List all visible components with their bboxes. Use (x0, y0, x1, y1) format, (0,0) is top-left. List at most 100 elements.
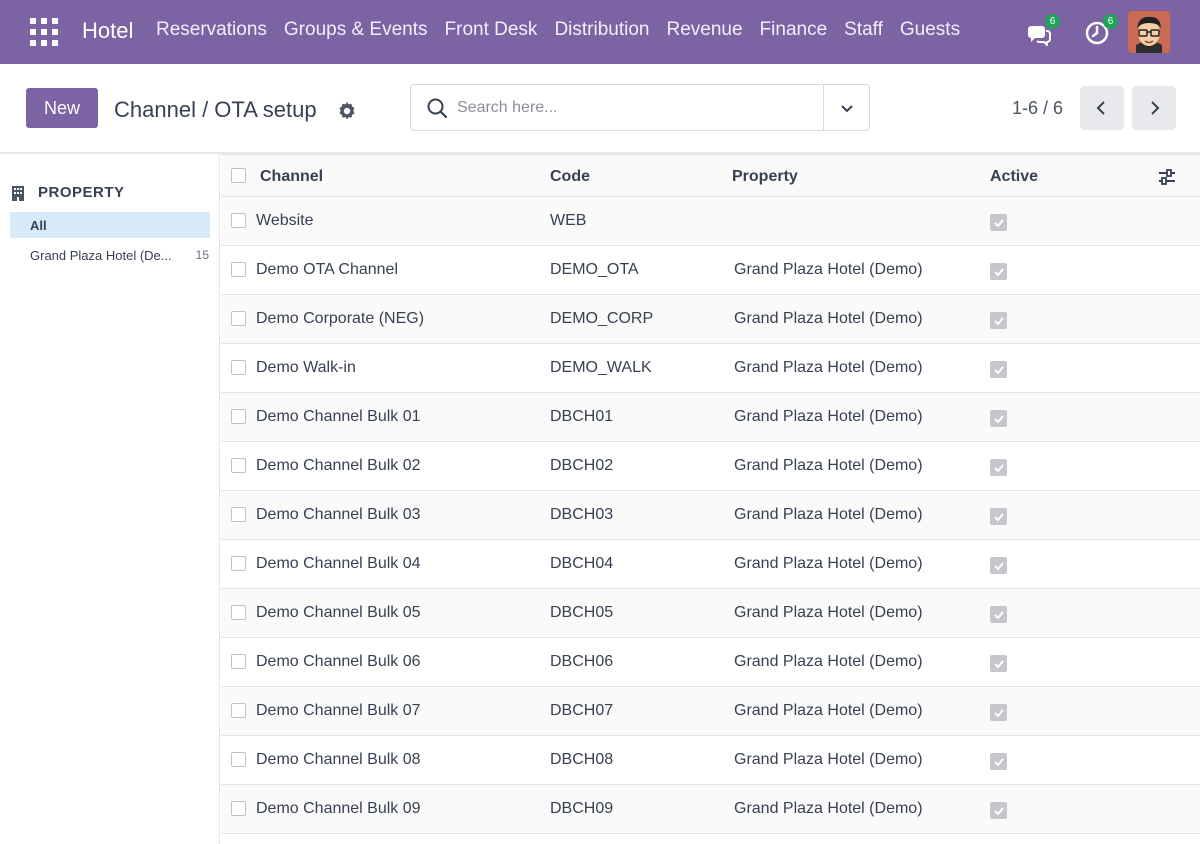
chat-icon[interactable]: 6 (1026, 14, 1060, 48)
row-checkbox[interactable] (231, 213, 246, 228)
row-checkbox[interactable] (231, 262, 246, 277)
menu-item-revenue[interactable]: Revenue (666, 19, 742, 41)
cell-code[interactable]: DBCH09 (550, 800, 613, 818)
cell-property[interactable]: Grand Plaza Hotel (Demo) (734, 506, 923, 524)
row-checkbox[interactable] (231, 556, 246, 571)
row-checkbox[interactable] (231, 654, 246, 669)
cell-property[interactable]: Grand Plaza Hotel (Demo) (734, 555, 923, 573)
cell-channel[interactable]: Demo Channel Bulk 07 (256, 702, 421, 720)
active-checkbox[interactable] (990, 557, 1007, 574)
active-checkbox[interactable] (990, 263, 1007, 280)
cell-property[interactable]: Grand Plaza Hotel (Demo) (734, 310, 923, 328)
row-checkbox[interactable] (231, 752, 246, 767)
cell-channel[interactable]: Demo Channel Bulk 06 (256, 653, 421, 671)
cell-channel[interactable]: Website (256, 212, 314, 230)
row-checkbox[interactable] (231, 507, 246, 522)
table-row[interactable]: Demo OTA Channel DEMO_OTA Grand Plaza Hote… (221, 246, 1200, 295)
pager-value[interactable]: 1-6 / 6 (1012, 98, 1063, 119)
cell-property[interactable]: Grand Plaza Hotel (Demo) (734, 800, 923, 818)
cell-property[interactable]: Grand Plaza Hotel (Demo) (734, 702, 923, 720)
row-checkbox[interactable] (231, 409, 246, 424)
active-checkbox[interactable] (990, 753, 1007, 770)
cell-code[interactable]: DEMO_OTA (550, 261, 639, 279)
cell-channel[interactable]: Demo Corporate (NEG) (256, 310, 424, 328)
cell-property[interactable]: Grand Plaza Hotel (Demo) (734, 408, 923, 426)
row-checkbox[interactable] (231, 703, 246, 718)
active-checkbox[interactable] (990, 410, 1007, 427)
cell-code[interactable]: DBCH04 (550, 555, 613, 573)
cell-channel[interactable]: Demo Channel Bulk 05 (256, 604, 421, 622)
cell-property[interactable]: Grand Plaza Hotel (Demo) (734, 653, 923, 671)
table-row[interactable]: Demo Walk-in DEMO_WALK Grand Plaza Hotel (… (221, 344, 1200, 393)
cell-channel[interactable]: Demo Channel Bulk 04 (256, 555, 421, 573)
menu-item-reservations[interactable]: Reservations (156, 19, 267, 41)
cell-property[interactable]: Grand Plaza Hotel (Demo) (734, 457, 923, 475)
menu-item-staff[interactable]: Staff (844, 19, 883, 41)
cell-code[interactable]: DBCH06 (550, 653, 613, 671)
menu-item-guests[interactable]: Guests (900, 19, 960, 41)
table-row[interactable]: Demo Channel Bulk 04 DBCH04 Grand Plaza Ho… (221, 540, 1200, 589)
search-input[interactable] (457, 95, 817, 121)
active-checkbox[interactable] (990, 459, 1007, 476)
active-checkbox[interactable] (990, 312, 1007, 329)
table-row[interactable]: Demo Channel Bulk 07 DBCH07 Grand Plaza Ho… (221, 687, 1200, 736)
table-row[interactable]: Demo Channel Bulk 06 DBCH06 Grand Plaza Ho… (221, 638, 1200, 687)
table-row[interactable]: Demo Channel Bulk 02 DBCH02 Grand Plaza Ho… (221, 442, 1200, 491)
cell-code[interactable]: WEB (550, 212, 586, 230)
cell-property[interactable]: Grand Plaza Hotel (Demo) (734, 359, 923, 377)
cell-code[interactable]: DBCH01 (550, 408, 613, 426)
cell-property[interactable]: Grand Plaza Hotel (Demo) (734, 604, 923, 622)
row-checkbox[interactable] (231, 311, 246, 326)
column-header-channel[interactable]: Channel (260, 168, 323, 186)
cell-code[interactable]: DBCH03 (550, 506, 613, 524)
active-checkbox[interactable] (990, 606, 1007, 623)
gear-icon[interactable] (337, 101, 357, 121)
new-button[interactable]: New (26, 88, 98, 128)
active-checkbox[interactable] (990, 704, 1007, 721)
row-checkbox[interactable] (231, 458, 246, 473)
cell-channel[interactable]: Demo Channel Bulk 08 (256, 751, 421, 769)
cell-code[interactable]: DBCH07 (550, 702, 613, 720)
clock-icon[interactable]: 6 (1084, 14, 1118, 46)
row-checkbox[interactable] (231, 605, 246, 620)
active-checkbox[interactable] (990, 508, 1007, 525)
active-checkbox[interactable] (990, 655, 1007, 672)
menu-item-finance[interactable]: Finance (760, 19, 828, 41)
row-checkbox[interactable] (231, 801, 246, 816)
menu-item-groups-events[interactable]: Groups & Events (284, 19, 428, 41)
pager-next-button[interactable] (1132, 86, 1176, 130)
column-header-property[interactable]: Property (732, 168, 798, 186)
select-all-checkbox[interactable] (231, 168, 246, 183)
active-checkbox[interactable] (990, 214, 1007, 231)
cell-code[interactable]: DBCH08 (550, 751, 613, 769)
column-header-active[interactable]: Active (990, 168, 1038, 186)
app-name[interactable]: Hotel (82, 18, 133, 44)
filter-item-grand-plaza[interactable]: Grand Plaza Hotel (De... 15 (10, 242, 210, 268)
cell-code[interactable]: DEMO_CORP (550, 310, 653, 328)
cell-property[interactable]: Grand Plaza Hotel (Demo) (734, 751, 923, 769)
search-options-toggle[interactable] (823, 85, 869, 130)
cell-channel[interactable]: Demo Channel Bulk 09 (256, 800, 421, 818)
active-checkbox[interactable] (990, 802, 1007, 819)
menu-item-distribution[interactable]: Distribution (554, 19, 649, 41)
table-row[interactable]: Demo Channel Bulk 08 DBCH08 Grand Plaza Ho… (221, 736, 1200, 785)
row-checkbox[interactable] (231, 360, 246, 375)
cell-channel[interactable]: Demo Channel Bulk 02 (256, 457, 421, 475)
filter-item-all[interactable]: All (10, 212, 210, 238)
table-row[interactable]: Demo Channel Bulk 01 DBCH01 Grand Plaza Ho… (221, 393, 1200, 442)
cell-channel[interactable]: Demo Channel Bulk 03 (256, 506, 421, 524)
pager-previous-button[interactable] (1080, 86, 1124, 130)
apps-grid-icon[interactable] (30, 18, 58, 46)
cell-channel[interactable]: Demo OTA Channel (256, 261, 398, 279)
cell-channel[interactable]: Demo Walk-in (256, 359, 356, 377)
cell-code[interactable]: DBCH02 (550, 457, 613, 475)
table-row[interactable]: Demo Channel Bulk 05 DBCH05 Grand Plaza Ho… (221, 589, 1200, 638)
active-checkbox[interactable] (990, 361, 1007, 378)
menu-item-front-desk[interactable]: Front Desk (445, 19, 538, 41)
column-header-code[interactable]: Code (550, 168, 590, 186)
cell-property[interactable]: Grand Plaza Hotel (Demo) (734, 261, 923, 279)
table-row[interactable]: Demo Corporate (NEG) DEMO_CORP Grand Plaza… (221, 295, 1200, 344)
cell-code[interactable]: DEMO_WALK (550, 359, 652, 377)
table-row[interactable]: Demo Channel Bulk 03 DBCH03 Grand Plaza Ho… (221, 491, 1200, 540)
cell-channel[interactable]: Demo Channel Bulk 01 (256, 408, 421, 426)
